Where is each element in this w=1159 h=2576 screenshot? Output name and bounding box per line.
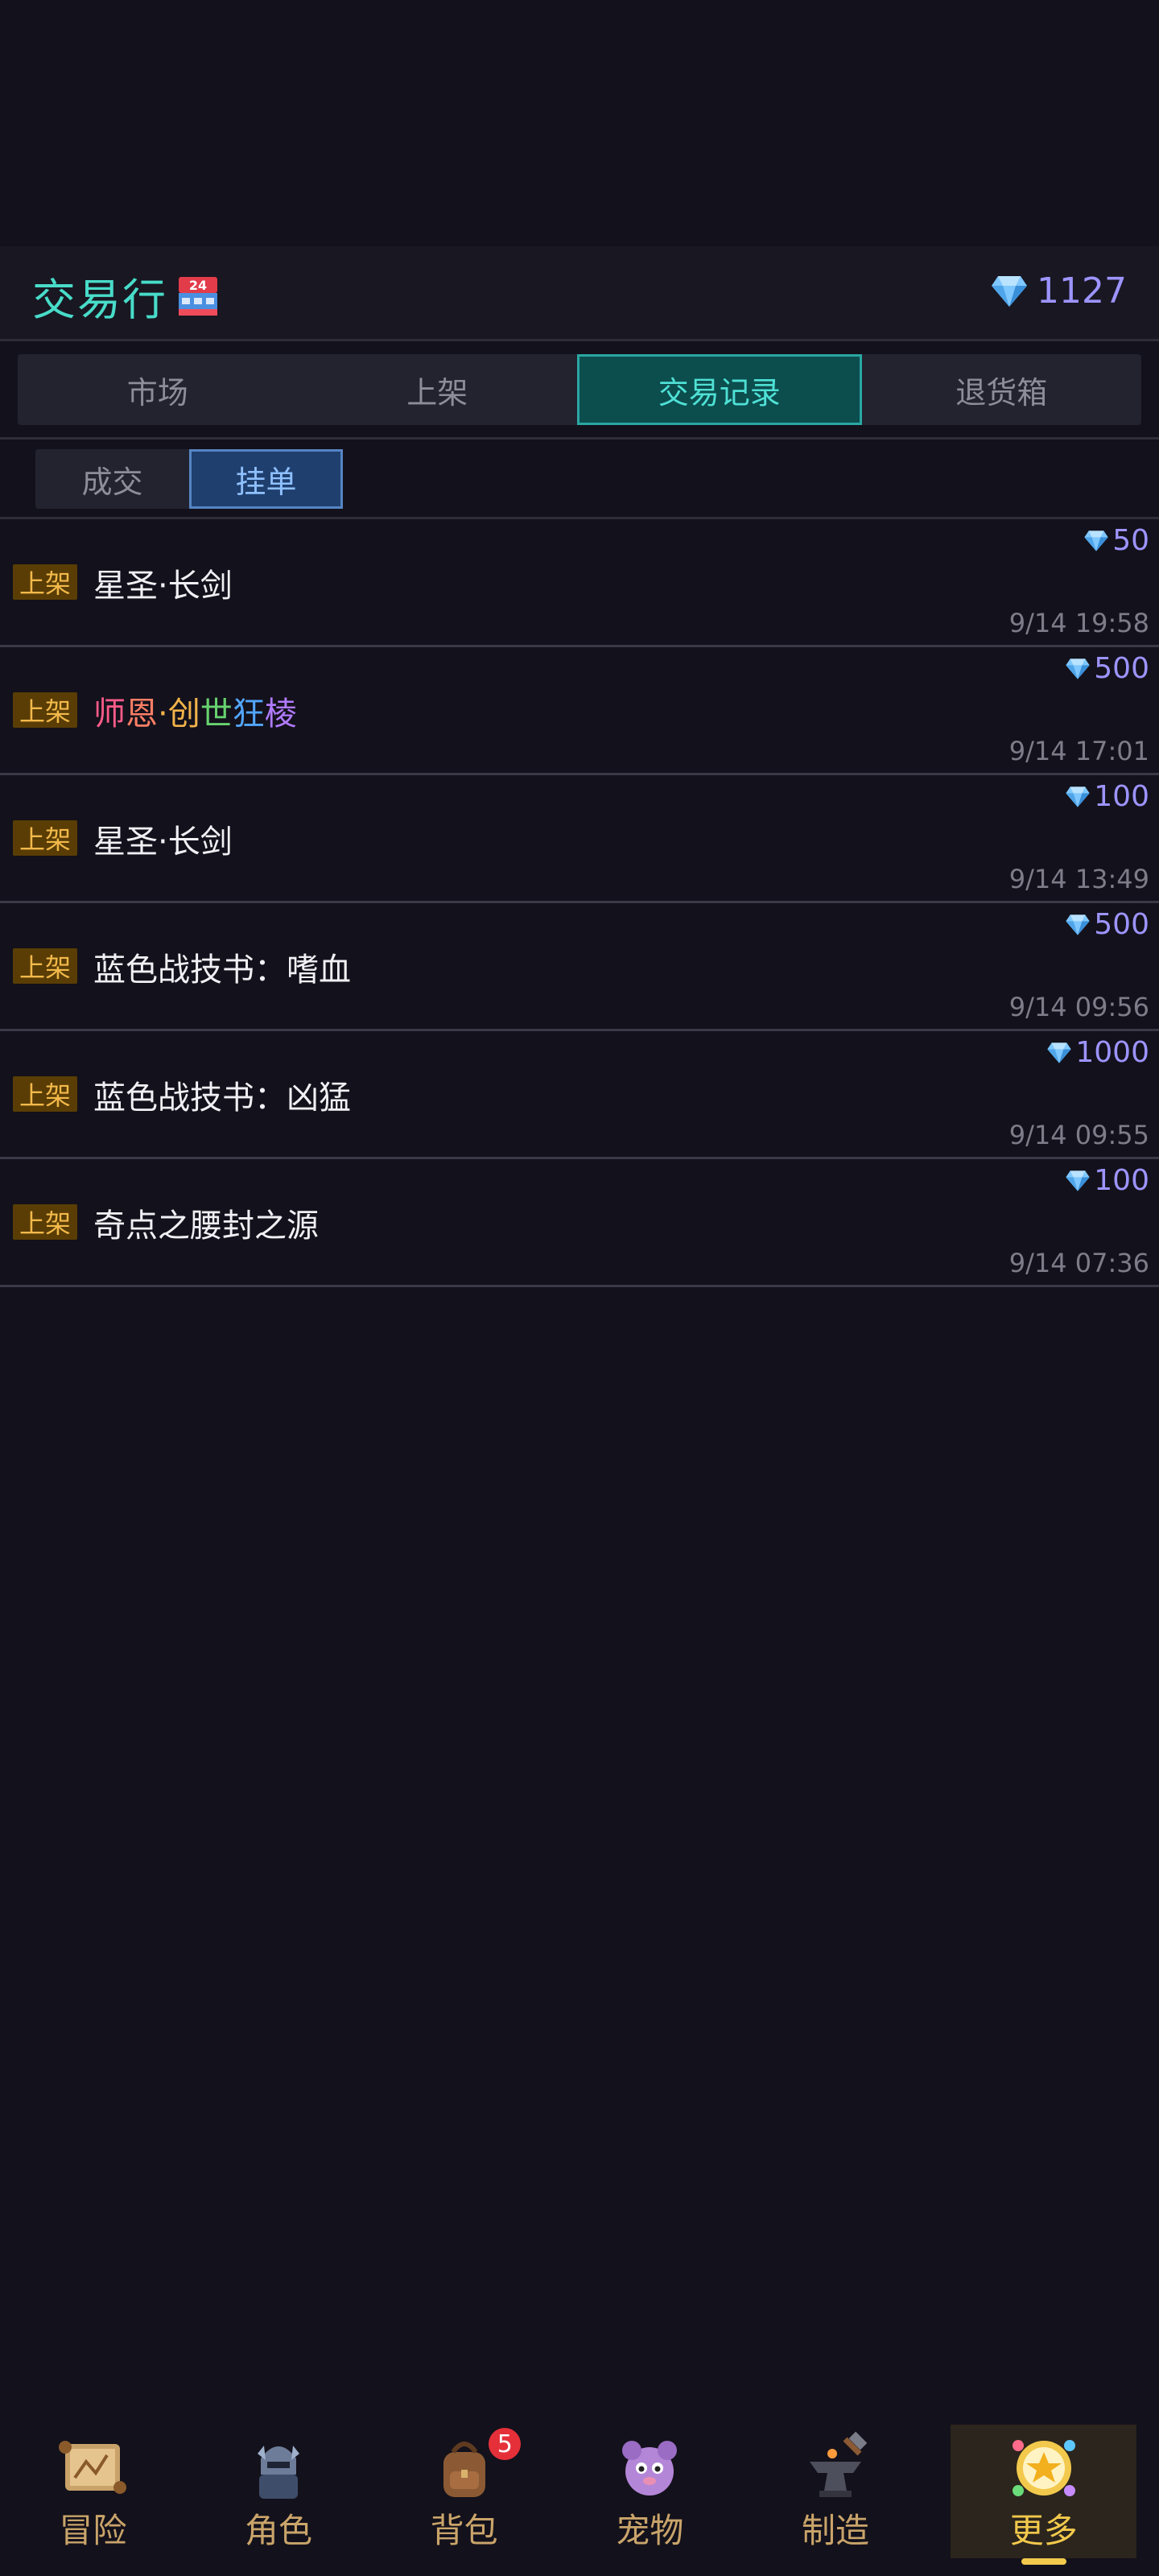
diamond-icon [1066, 1170, 1090, 1191]
item-name: 师恩·创世狂棱 [93, 696, 297, 733]
subtab-listings[interactable]: 挂单 [189, 449, 343, 509]
diamond-icon [1066, 914, 1090, 935]
diamond-icon [1047, 1042, 1072, 1063]
svg-text:24: 24 [189, 278, 207, 293]
nav-crafting[interactable]: 制造 [743, 2415, 929, 2576]
record-list: 50 上架 星圣·长剑 9/14 19:58 500 上架 师恩·创世狂棱 9/14 17:0… [0, 519, 1159, 1287]
nav-label: 角色 [245, 2511, 313, 2550]
notification-badge: 5 [489, 2428, 522, 2460]
scroll-map-icon [59, 2441, 127, 2494]
status-badge: 上架 [13, 564, 78, 600]
list-item[interactable]: 100 上架 星圣·长剑 9/14 13:49 [0, 775, 1159, 903]
tab-market[interactable]: 市场 [18, 354, 298, 425]
knight-icon [258, 2446, 299, 2499]
nav-backpack[interactable]: 背包 5 [371, 2415, 557, 2576]
timestamp: 9/14 09:55 [1008, 1120, 1149, 1150]
divider [0, 437, 1159, 440]
sub-tab-bar: 成交 挂单 [35, 449, 343, 509]
nav-label: 更多 [1009, 2511, 1078, 2550]
price-value: 500 [1094, 652, 1149, 685]
price-value: 100 [1094, 1164, 1149, 1197]
diamond-icon [1066, 786, 1090, 807]
tab-return-box[interactable]: 退货箱 [862, 354, 1142, 425]
timestamp: 9/14 07:36 [1008, 1248, 1149, 1278]
item-name: 奇点之腰封之源 [93, 1208, 319, 1245]
item-name: 星圣·长剑 [93, 568, 233, 605]
page-title: 交易行 [32, 275, 167, 325]
anvil-icon [810, 2431, 868, 2497]
status-badge: 上架 [13, 1076, 78, 1112]
item-name: 蓝色战技书：嗜血 [93, 952, 351, 989]
nav-label: 冒险 [59, 2511, 127, 2550]
price-value: 100 [1094, 780, 1149, 813]
nav-label: 背包 [430, 2511, 498, 2550]
price-value: 1000 [1075, 1036, 1149, 1069]
price: 100 [1065, 780, 1149, 813]
timestamp: 9/14 17:01 [1008, 736, 1149, 766]
gem-count: 1127 [1037, 270, 1127, 312]
nav-more[interactable]: 更多 [951, 2425, 1137, 2565]
tab-trade-records[interactable]: 交易记录 [577, 354, 862, 425]
store-24h-icon: 24 [179, 276, 217, 316]
trading-house-screen: 交易行 24 1127 市场 上架 交易记录 退货箱 成交 挂单 50 上架 星… [0, 0, 1159, 2576]
title-area: 交易行 24 [32, 264, 222, 328]
list-item[interactable]: 500 上架 蓝色战技书：嗜血 9/14 09:56 [0, 903, 1159, 1031]
nav-pet[interactable]: 宠物 [557, 2415, 743, 2576]
timestamp: 9/14 19:58 [1008, 608, 1149, 638]
item-name: 星圣·长剑 [93, 824, 233, 861]
price: 50 [1083, 524, 1149, 557]
price-value: 50 [1112, 524, 1149, 557]
list-item[interactable]: 100 上架 奇点之腰封之源 9/14 07:36 [0, 1159, 1159, 1287]
list-item[interactable]: 50 上架 星圣·长剑 9/14 19:58 [0, 519, 1159, 647]
nav-label: 制造 [802, 2511, 870, 2550]
item-name: 蓝色战技书：凶猛 [93, 1080, 351, 1117]
nav-adventure[interactable]: 冒险 [0, 2415, 186, 2576]
status-badge: 上架 [13, 948, 78, 984]
list-item[interactable]: 500 上架 师恩·创世狂棱 9/14 17:01 [0, 647, 1159, 775]
nav-character[interactable]: 角色 [186, 2415, 372, 2576]
timestamp: 9/14 09:56 [1008, 992, 1149, 1022]
gem-balance[interactable]: 1127 [990, 270, 1127, 312]
diamond-icon [1084, 530, 1108, 551]
star-medal-icon [1012, 2440, 1075, 2496]
tab-list-item[interactable]: 上架 [298, 354, 578, 425]
price: 1000 [1046, 1036, 1149, 1069]
bottom-navigation: 冒险 角色 背包 5 宠物 制造 更多 [0, 2415, 1159, 2576]
main-tab-bar: 市场 上架 交易记录 退货箱 [18, 354, 1141, 425]
status-badge: 上架 [13, 1204, 78, 1240]
list-item[interactable]: 1000 上架 蓝色战技书：凶猛 9/14 09:55 [0, 1031, 1159, 1159]
nav-label: 宠物 [616, 2511, 684, 2550]
timestamp: 9/14 13:49 [1008, 864, 1149, 894]
diamond-icon [992, 275, 1028, 307]
price: 500 [1065, 908, 1149, 941]
header-bar: 交易行 24 1127 [0, 246, 1159, 341]
price: 500 [1065, 652, 1149, 685]
diamond-icon [1066, 658, 1090, 679]
price-value: 500 [1094, 908, 1149, 941]
status-badge: 上架 [13, 692, 78, 728]
active-indicator [1021, 2558, 1066, 2565]
status-badge: 上架 [13, 820, 78, 856]
pet-icon [622, 2441, 678, 2496]
subtab-completed[interactable]: 成交 [35, 449, 189, 509]
price: 100 [1065, 1164, 1149, 1197]
